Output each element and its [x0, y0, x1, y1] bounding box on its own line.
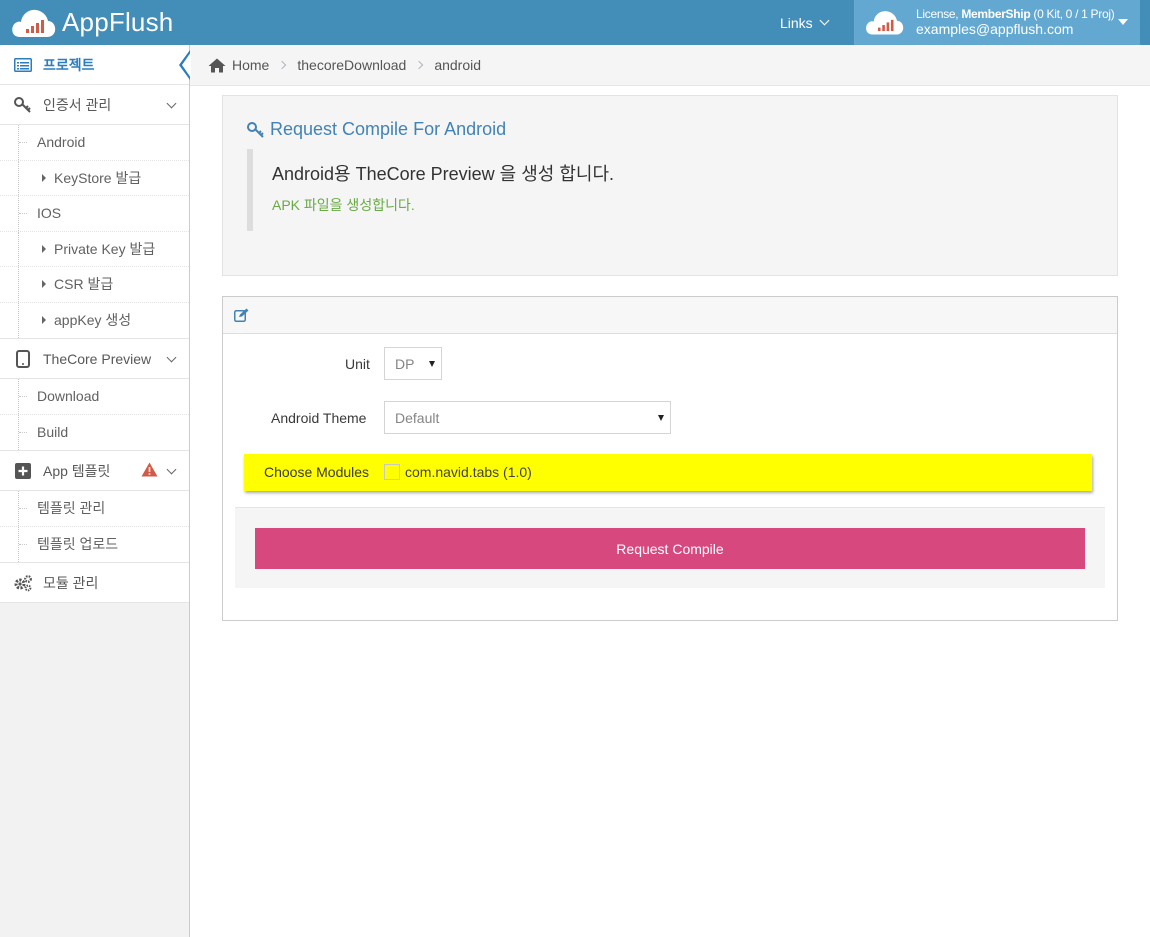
caret-right-icon [42, 316, 46, 325]
blockquote-bar [247, 149, 253, 231]
caret-down-icon [658, 415, 664, 421]
sidebar-item-project[interactable]: 프로젝트 [0, 45, 191, 85]
sidebar-item-label: 모듈 관리 [43, 574, 99, 591]
sidebar-item-label: App 템플릿 [43, 462, 111, 479]
links-dropdown[interactable]: Links [780, 0, 830, 45]
warning-icon [141, 462, 158, 477]
sidebar-item-label: TheCore Preview [43, 350, 152, 367]
navbar: AppFlush Links License, MemberShip (0 Ki… [0, 0, 1150, 45]
sidebar-item-cert[interactable]: 인증서 관리 [0, 85, 189, 125]
plus-square-icon [13, 461, 33, 481]
sidebar-item-label: 인증서 관리 [43, 96, 112, 113]
caret-right-icon [42, 173, 46, 182]
sidebar-item-preview[interactable]: TheCore Preview [0, 339, 189, 379]
info-well: Request Compile For Android Android용 The… [222, 95, 1118, 276]
unit-select[interactable]: DP [384, 347, 442, 380]
sidebar-item-module[interactable]: 모듈 관리 [0, 563, 189, 603]
caret-down-icon [429, 361, 435, 367]
caret-right-icon [42, 280, 46, 289]
list-alt-icon [13, 55, 33, 75]
chevron-down-icon [166, 98, 177, 109]
form-header [223, 297, 1117, 334]
breadcrumb-thecoredownload[interactable]: thecoreDownload [297, 57, 406, 73]
sidebar-item-template[interactable]: App 템플릿 [0, 451, 189, 491]
android-theme-select-value: Default [395, 409, 440, 426]
cloud-avatar-icon [866, 11, 904, 35]
breadcrumb-separator [415, 60, 424, 70]
home-icon [208, 58, 226, 72]
breadcrumb-home-label: Home [232, 57, 270, 73]
module-checkbox[interactable] [384, 464, 400, 480]
breadcrumb: Home thecoreDownload android [190, 45, 1150, 86]
user-email: examples@appflush.com [916, 21, 1074, 37]
sidebar-item-keystore[interactable]: KeyStore 발급 [0, 160, 189, 196]
android-theme-select[interactable]: Default [384, 401, 671, 434]
sidebar-item-ios[interactable]: IOS [0, 196, 189, 232]
breadcrumb-android: android [434, 57, 482, 73]
chevron-down-icon [819, 15, 830, 26]
sidebar-item-label: 프로젝트 [43, 56, 95, 73]
key-icon [247, 121, 264, 138]
cogs-icon [13, 573, 33, 593]
sidebar-item-android[interactable]: Android [0, 125, 189, 161]
description-main: Android용 TheCore Preview 을 생성 합니다. [272, 164, 615, 184]
choose-modules-label: Choose Modules [264, 464, 370, 480]
sidebar-item-private-key[interactable]: Private Key 발급 [0, 231, 189, 267]
template-submenu: 템플릿 관리 템플릿 업로드 [0, 491, 189, 563]
request-compile-button[interactable]: Request Compile [255, 528, 1085, 569]
cert-submenu: Android KeyStore 발급 IOS Private Key 발급 C… [0, 125, 189, 339]
sidebar-item-template-manage[interactable]: 템플릿 관리 [0, 491, 189, 527]
sidebar-item-download[interactable]: Download [0, 379, 189, 415]
caret-right-icon [42, 244, 46, 253]
caret-down-icon [1118, 19, 1128, 25]
cloud-logo-icon [12, 9, 56, 38]
user-menu[interactable]: License, MemberShip (0 Kit, 0 / 1 Proj) … [854, 0, 1140, 45]
key-icon [13, 95, 33, 115]
page-title: Request Compile For Android [247, 119, 506, 140]
description-sub: APK 파일을 생성합니다. [272, 197, 415, 213]
form-actions: Request Compile [235, 507, 1105, 588]
sidebar: 프로젝트 인증서 관리 Android KeyStore 발급 IOS Priv… [0, 45, 191, 937]
tablet-icon [13, 349, 33, 369]
android-theme-label: Android Theme [271, 410, 367, 426]
preview-submenu: Download Build [0, 379, 189, 451]
breadcrumb-separator [278, 60, 287, 70]
breadcrumb-home[interactable]: Home [208, 57, 269, 73]
sidebar-item-template-upload[interactable]: 템플릿 업로드 [0, 526, 189, 563]
page-title-text: Request Compile For Android [270, 119, 507, 139]
sidebar-item-appkey[interactable]: appKey 생성 [0, 302, 189, 339]
choose-modules-row: Choose Modules com.navid.tabs (1.0) [244, 454, 1092, 491]
unit-label: Unit [345, 356, 370, 372]
sidebar-item-csr[interactable]: CSR 발급 [0, 267, 189, 303]
compile-form: Unit DP Android Theme Default Choose Mod… [222, 296, 1118, 621]
chevron-down-icon [166, 352, 177, 363]
brand-name: AppFlush [62, 7, 174, 37]
edit-icon [234, 308, 249, 322]
brand[interactable]: AppFlush [10, 4, 173, 41]
sidebar-item-build[interactable]: Build [0, 414, 189, 451]
chevron-down-icon [166, 464, 177, 475]
user-license: License, MemberShip (0 Kit, 0 / 1 Proj) [916, 7, 1115, 21]
links-label: Links [780, 14, 813, 31]
module-checkbox-label[interactable]: com.navid.tabs (1.0) [405, 464, 532, 480]
unit-select-value: DP [395, 355, 415, 372]
